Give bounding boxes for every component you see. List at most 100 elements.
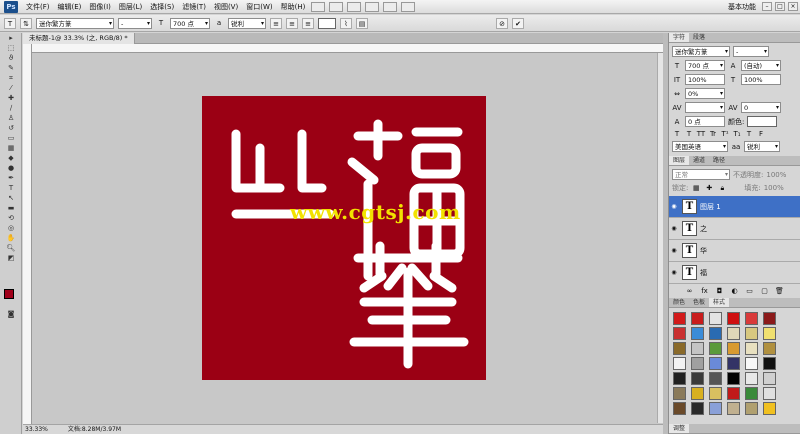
lock-pixels-icon[interactable]: ▦ — [691, 184, 701, 192]
font-size-select[interactable]: 700 点 ▾ — [170, 17, 210, 29]
style-swatch[interactable] — [673, 357, 686, 370]
menu-help[interactable]: 帮助(H) — [277, 2, 310, 12]
antialias-select[interactable]: 锐利 ▾ — [228, 17, 266, 29]
char-font-style[interactable]: - ▾ — [733, 46, 769, 57]
visibility-eye-icon[interactable]: ◉ — [669, 247, 679, 254]
style-swatch[interactable] — [691, 387, 704, 400]
healing-tool-icon[interactable]: ✚ — [4, 94, 18, 103]
style-swatch[interactable] — [709, 312, 722, 325]
style-swatch[interactable] — [691, 402, 704, 415]
commit-edit-icon[interactable]: ✔ — [512, 17, 524, 29]
style-swatch[interactable] — [745, 402, 758, 415]
zoom-level-icon[interactable] — [347, 1, 362, 12]
menu-layer[interactable]: 图层(L) — [115, 2, 146, 12]
superscript-button[interactable]: T¹ — [720, 130, 730, 138]
blur-tool-icon[interactable]: ◆ — [4, 154, 18, 163]
fill-value[interactable]: 100% — [764, 184, 784, 192]
style-swatch[interactable] — [709, 342, 722, 355]
clone-stamp-tool-icon[interactable]: ♙ — [4, 114, 18, 123]
style-swatch[interactable] — [763, 312, 776, 325]
gradient-tool-icon[interactable]: ▦ — [4, 144, 18, 153]
eyedropper-tool-icon[interactable]: ⁄ — [4, 84, 18, 93]
toggle-panels-icon[interactable]: ▤ — [356, 17, 368, 29]
style-swatch[interactable] — [709, 327, 722, 340]
brush-tool-icon[interactable]: ∕ — [4, 104, 18, 113]
lasso-tool-icon[interactable]: ϑ — [4, 54, 18, 63]
shape-tool-icon[interactable]: ▬ — [4, 204, 18, 213]
arrange-docs-icon[interactable] — [383, 1, 398, 12]
type-tool-icon-side[interactable]: T — [4, 184, 18, 193]
quick-select-tool-icon[interactable]: ✎ — [4, 64, 18, 73]
layer-row-fu[interactable]: ◉ T 福 — [669, 262, 800, 284]
tab-swatches[interactable]: 色板 — [689, 298, 709, 307]
bridge-icon[interactable] — [311, 1, 326, 12]
seal-artwork[interactable] — [202, 96, 486, 380]
menu-edit[interactable]: 编辑(E) — [54, 2, 86, 12]
font-style-select[interactable]: - ▾ — [118, 17, 152, 29]
new-group-icon[interactable]: ▭ — [745, 287, 755, 295]
menu-view[interactable]: 视图(V) — [210, 2, 242, 12]
style-swatch[interactable] — [763, 402, 776, 415]
style-swatch[interactable] — [763, 342, 776, 355]
workspace-switcher[interactable]: 基本功能 — [728, 2, 756, 12]
visibility-eye-icon[interactable]: ◉ — [669, 203, 679, 210]
char-vscale[interactable]: 100% — [685, 74, 725, 85]
type-tool-icon[interactable]: T — [4, 17, 16, 29]
tab-styles[interactable]: 样式 — [709, 298, 730, 307]
small-caps-button[interactable]: Tr — [708, 130, 718, 138]
style-swatch[interactable] — [709, 387, 722, 400]
tab-layers[interactable]: 图层 — [669, 156, 690, 165]
style-swatch[interactable] — [673, 402, 686, 415]
style-swatch[interactable] — [727, 327, 740, 340]
cancel-edit-icon[interactable]: ⊘ — [496, 17, 508, 29]
char-kerning-auto[interactable]: ▾ — [685, 102, 725, 113]
char-baseline[interactable]: 0 点 — [685, 116, 725, 127]
close-icon[interactable]: × — [788, 2, 798, 11]
char-antialias[interactable]: 锐利 ▾ — [744, 141, 780, 152]
style-swatch[interactable] — [709, 372, 722, 385]
style-swatch[interactable] — [673, 372, 686, 385]
delete-layer-icon[interactable]: 🗑︎ — [775, 287, 785, 295]
style-swatch[interactable] — [727, 312, 740, 325]
blend-mode-select[interactable]: 正常 ▾ — [672, 169, 730, 180]
style-swatch[interactable] — [745, 327, 758, 340]
layer-row-layer1[interactable]: ◉ T 图层 1 — [669, 196, 800, 218]
style-swatch[interactable] — [727, 357, 740, 370]
3d-rotate-tool-icon[interactable]: ⟲ — [4, 214, 18, 223]
align-left-icon[interactable]: ≡ — [270, 17, 282, 29]
history-brush-tool-icon[interactable]: ↺ — [4, 124, 18, 133]
hand-tool-icon[interactable] — [365, 1, 380, 12]
style-swatch[interactable] — [727, 402, 740, 415]
screen-mode-icon[interactable] — [401, 1, 416, 12]
3d-orbit-tool-icon[interactable]: ◎ — [4, 224, 18, 233]
warp-text-icon[interactable]: ⌇ — [340, 17, 352, 29]
foreground-color-swatch[interactable] — [4, 289, 14, 299]
char-font-family[interactable]: 迷你繁方篆 ▾ — [672, 46, 730, 57]
menu-file[interactable]: 文件(F) — [22, 2, 54, 12]
char-hscale[interactable]: 100% — [741, 74, 781, 85]
style-swatch[interactable] — [691, 342, 704, 355]
opacity-value[interactable]: 100% — [766, 171, 786, 179]
maximize-icon[interactable]: □ — [775, 2, 785, 11]
menu-filter[interactable]: 滤镜(T) — [178, 2, 210, 12]
layer-row-zhi[interactable]: ◉ T 之 — [669, 218, 800, 240]
marquee-tool-icon[interactable]: ⬚ — [4, 44, 18, 53]
tab-channels[interactable]: 通道 — [689, 156, 709, 165]
char-leading[interactable]: (自动) ▾ — [741, 60, 781, 71]
quick-mask-icon[interactable]: ◙ — [4, 310, 18, 319]
lock-all-icon[interactable]: 🔒︎ — [717, 184, 727, 193]
style-swatch[interactable] — [745, 312, 758, 325]
style-swatch[interactable] — [727, 372, 740, 385]
strikethrough-button[interactable]: F — [756, 130, 766, 138]
layer-style-icon[interactable]: fx — [700, 287, 710, 295]
new-layer-icon[interactable]: ▢ — [760, 287, 770, 295]
style-swatch[interactable] — [763, 327, 776, 340]
style-swatch[interactable] — [673, 327, 686, 340]
char-size[interactable]: 700 点 ▾ — [685, 60, 725, 71]
align-right-icon[interactable]: ≡ — [302, 17, 314, 29]
dodge-tool-icon[interactable]: ● — [4, 164, 18, 173]
text-color-swatch[interactable] — [318, 17, 336, 29]
underline-button[interactable]: T — [744, 130, 754, 138]
style-swatch[interactable] — [763, 387, 776, 400]
char-language[interactable]: 美国英语 ▾ — [672, 141, 728, 152]
